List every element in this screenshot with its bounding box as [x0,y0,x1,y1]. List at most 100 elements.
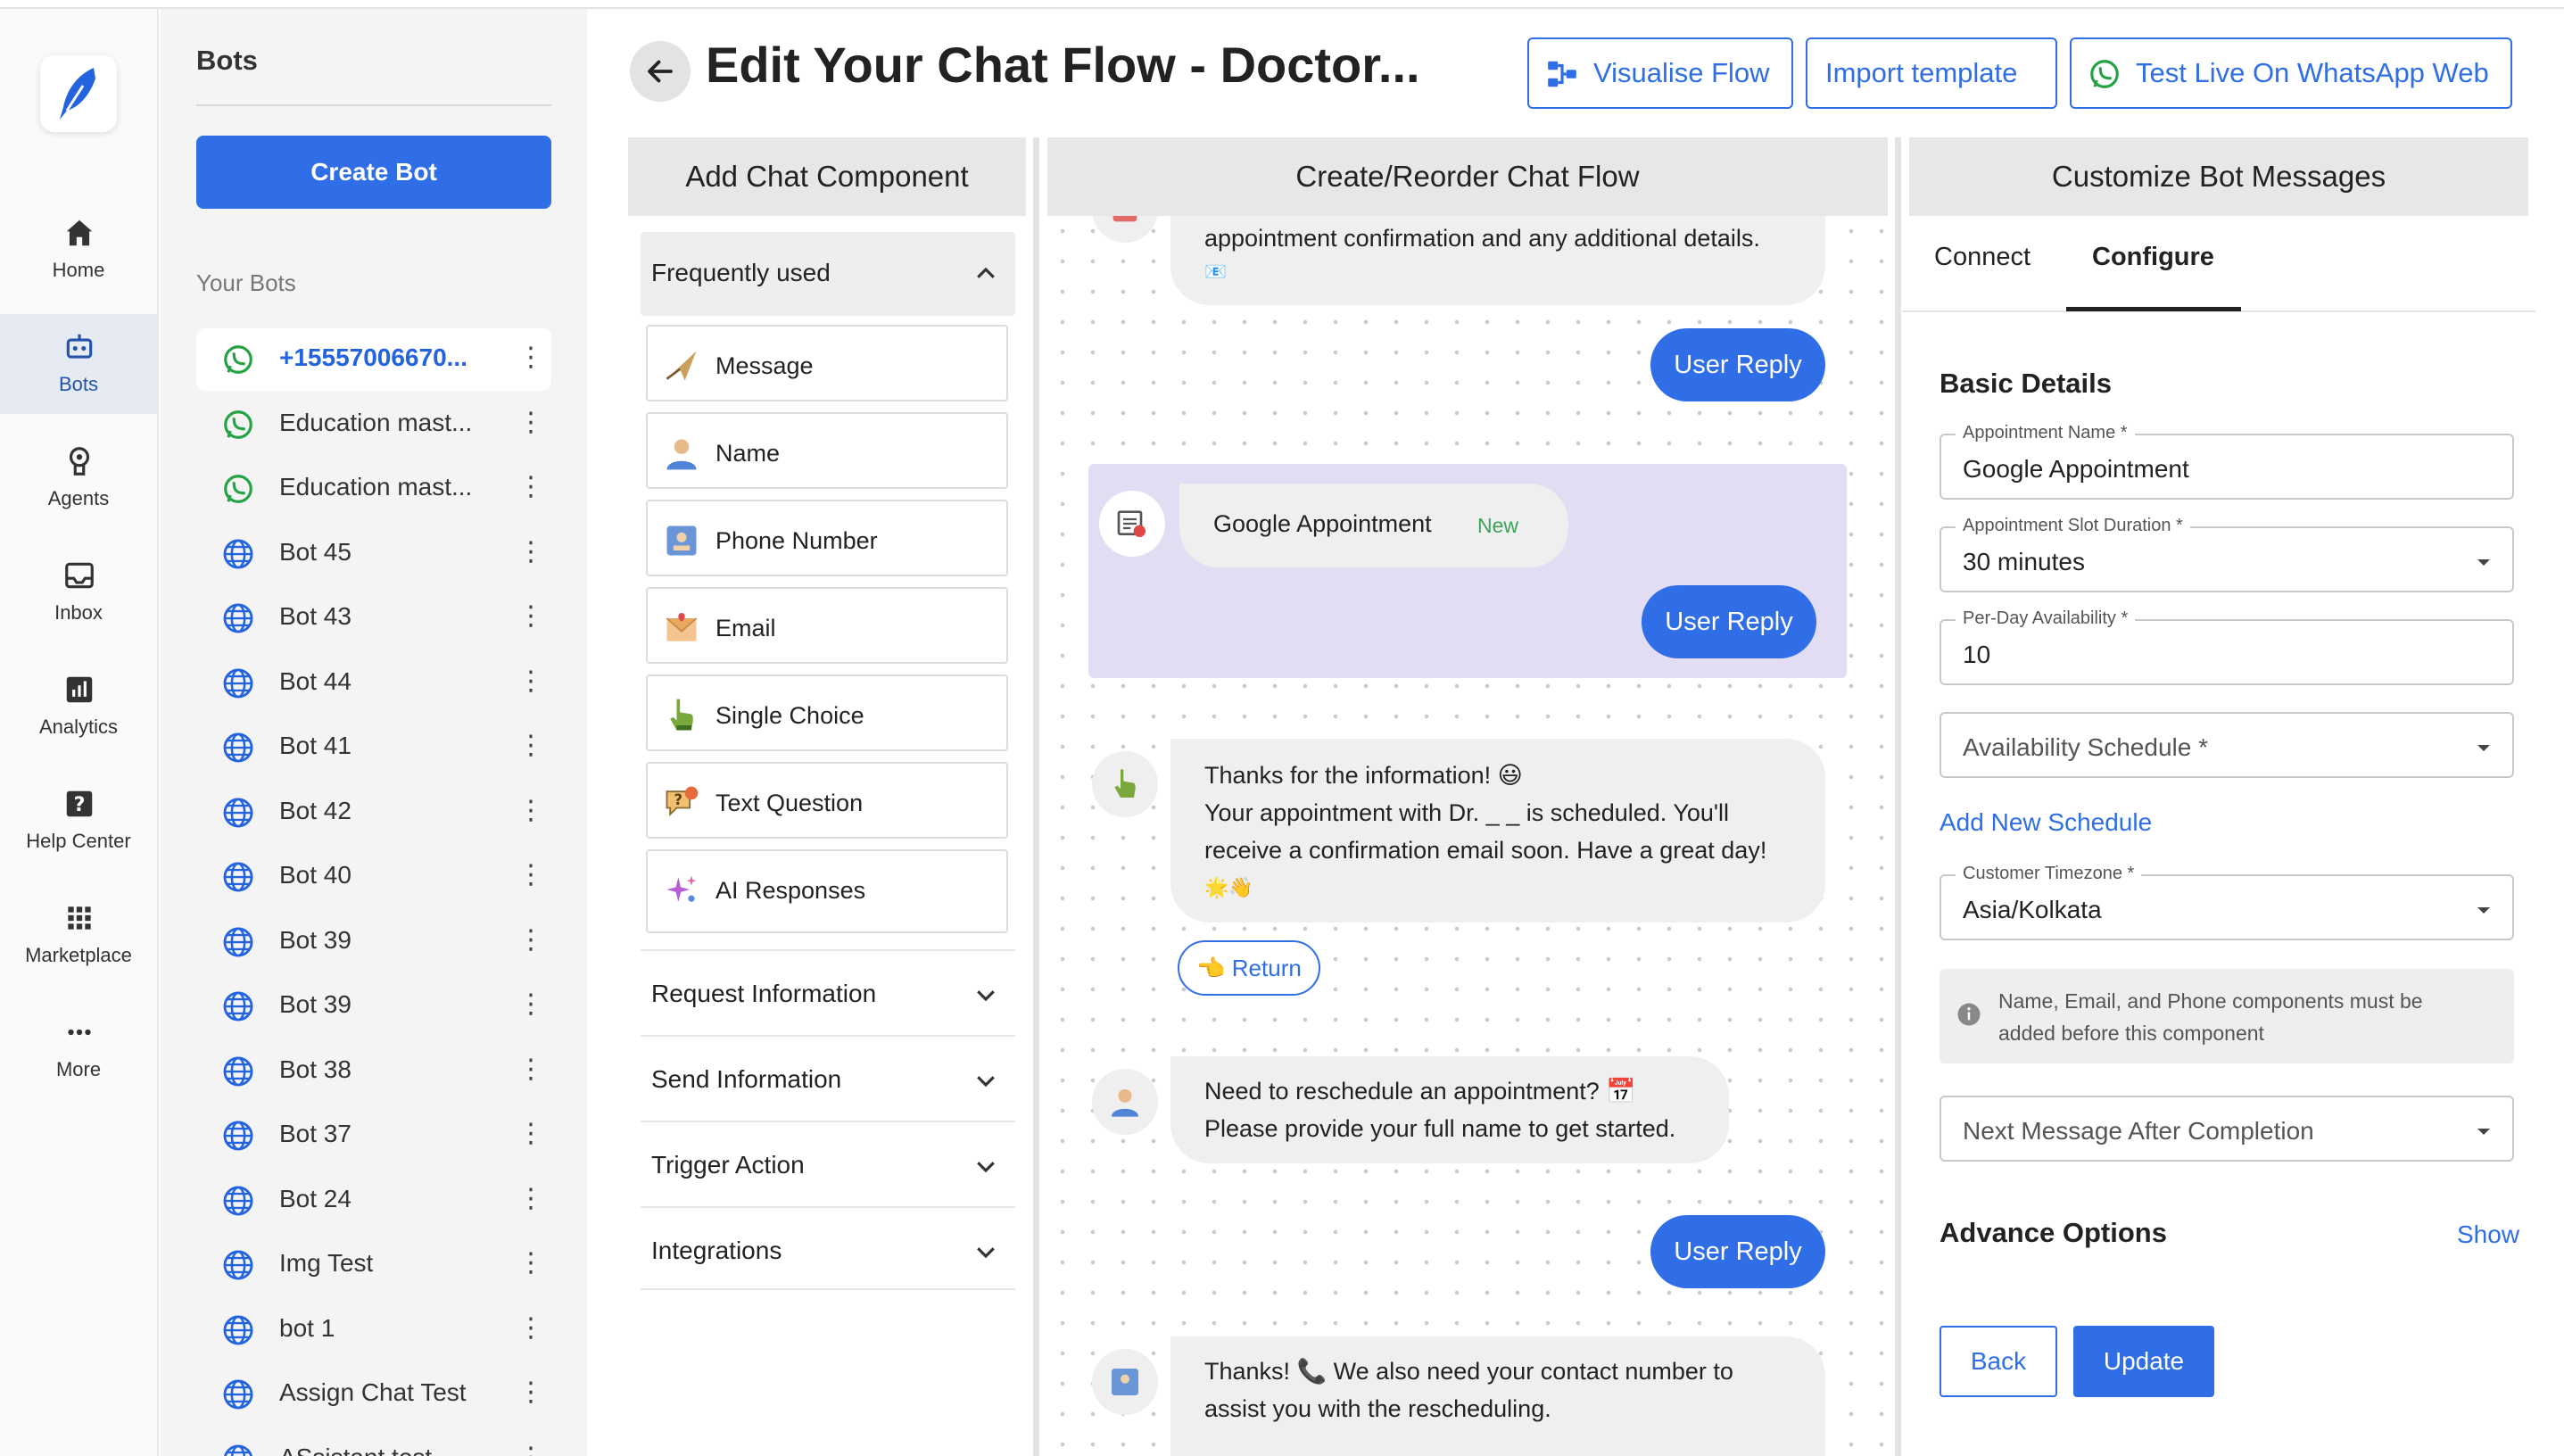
section-send-information[interactable]: Send Information [641,1035,1015,1119]
nav-help-label: Help Center [26,830,131,852]
bot-list-item[interactable]: Bot 24 ⋮ [196,1170,551,1232]
section-integrations[interactable]: Integrations [641,1206,1015,1290]
question-bubble-icon: ? [666,786,699,817]
nav-bots[interactable]: Bots [0,314,157,414]
message-bubble[interactable]: Thanks for the information! 😃 Your appoi… [1170,739,1825,922]
appointment-name-field[interactable]: Appointment Name * Google Appointment [1940,423,2514,500]
component-single-choice[interactable]: Single Choice [646,674,1008,751]
bot-list-item[interactable]: Education mast... ⋮ [196,458,551,520]
advance-options-heading: Advance Options [1940,1217,2167,1248]
bot-menu-button[interactable]: ⋮ [517,796,544,831]
bot-list-item[interactable]: Img Test ⋮ [196,1234,551,1296]
bot-menu-button[interactable]: ⋮ [517,1184,544,1220]
bot-name: Bot 44 [279,666,352,695]
component-ai-responses[interactable]: AI Responses [646,849,1008,933]
tab-connect[interactable]: Connect [1934,243,2031,272]
bot-menu-button[interactable]: ⋮ [517,1443,544,1456]
nav-help-center[interactable]: ? Help Center [0,771,157,871]
bot-list-item[interactable]: Bot 37 ⋮ [196,1104,551,1167]
nav-marketplace[interactable]: Marketplace [0,885,157,985]
bot-menu-button[interactable]: ⋮ [517,1248,544,1284]
bot-menu-button[interactable]: ⋮ [517,1119,544,1154]
component-text-question[interactable]: ? Text Question [646,762,1008,839]
show-advance-options-link[interactable]: Show [2457,1220,2519,1249]
availability-schedule-select[interactable]: Availability Schedule * [1940,712,2514,778]
bot-list-item[interactable]: Bot 41 ⋮ [196,716,551,779]
message-line: Thanks! 📞 We also need your contact numb… [1204,1358,1733,1385]
bot-list-item[interactable]: Bot 39 ⋮ [196,911,551,973]
nav-agents[interactable]: Agents [0,428,157,528]
nav-home[interactable]: Home [0,200,157,300]
test-whatsapp-button[interactable]: Test Live On WhatsApp Web [2070,37,2512,109]
import-template-button[interactable]: Import template [1806,37,2057,109]
app-logo[interactable] [40,55,117,132]
visualise-flow-button[interactable]: Visualise Flow [1527,37,1793,109]
feather-logo-icon [60,68,95,120]
nav-inbox[interactable]: Inbox [0,542,157,642]
create-bot-button[interactable]: Create Bot [196,136,551,209]
message-bubble[interactable]: Need to reschedule an appointment? 📅 Ple… [1170,1056,1729,1163]
frequently-used-toggle[interactable]: Frequently used [641,232,1015,316]
bot-menu-button[interactable]: ⋮ [517,601,544,637]
bot-list-item[interactable]: Education mast... ⋮ [196,393,551,456]
tab-configure[interactable]: Configure [2092,243,2214,272]
back-button[interactable] [630,41,691,102]
bot-list-item[interactable]: Assign Chat Test ⋮ [196,1363,551,1426]
bot-menu-button[interactable]: ⋮ [517,1055,544,1090]
section-request-information[interactable]: Request Information [641,949,1015,1033]
bot-menu-button[interactable]: ⋮ [517,860,544,896]
field-value: Asia/Kolkata [1963,896,2102,923]
bot-menu-button[interactable]: ⋮ [517,666,544,702]
component-name[interactable]: Name [646,412,1008,489]
info-note-text: Name, Email, and Phone components must b… [1998,989,2423,1045]
bot-menu-button[interactable]: ⋮ [517,731,544,766]
bot-list-item[interactable]: bot 1 ⋮ [196,1299,551,1361]
add-new-schedule-link[interactable]: Add New Schedule [1940,808,2152,837]
component-label: Text Question [715,790,864,816]
component-phone-number[interactable]: Phone Number [646,500,1008,576]
bot-list-item[interactable]: Bot 40 ⋮ [196,846,551,908]
bot-list-item[interactable]: ASsistant test ⋮ [196,1428,551,1456]
next-message-select[interactable]: Next Message After Completion [1940,1096,2514,1162]
update-button[interactable]: Update [2073,1326,2214,1397]
bot-name: ASsistant test [279,1444,432,1456]
user-reply-button[interactable]: User Reply [1650,328,1825,401]
whatsapp-icon [224,475,252,503]
bot-menu-button[interactable]: ⋮ [517,1313,544,1349]
user-reply-button[interactable]: User Reply [1650,1215,1825,1288]
bot-list-item[interactable]: Bot 39 ⋮ [196,975,551,1038]
bot-list-item[interactable]: Bot 43 ⋮ [196,587,551,649]
divider [196,104,551,106]
component-email[interactable]: Email [646,587,1008,664]
nav-analytics[interactable]: Analytics [0,657,157,757]
component-message[interactable]: Message [646,325,1008,401]
message-bubble[interactable]: Thanks! 📞 We also need your contact numb… [1170,1336,1825,1456]
nav-more[interactable]: More [0,999,157,1099]
bot-list-item[interactable]: Bot 38 ⋮ [196,1040,551,1103]
bot-menu-button[interactable]: ⋮ [517,925,544,961]
bot-menu-button[interactable]: ⋮ [517,472,544,508]
bot-list-item[interactable]: Bot 45 ⋮ [196,523,551,585]
slot-duration-select[interactable]: Appointment Slot Duration * 30 minutes [1940,516,2514,592]
nav-more-label: More [55,1058,102,1080]
bot-menu-button[interactable]: ⋮ [517,1377,544,1413]
message-bubble[interactable]: appointment confirmation and any additio… [1170,216,1825,305]
bot-list-item[interactable]: Bot 44 ⋮ [196,652,551,715]
bot-list-item[interactable]: Bot 42 ⋮ [196,782,551,844]
back-button[interactable]: Back [1940,1326,2057,1397]
section-trigger-action[interactable]: Trigger Action [641,1121,1015,1204]
bot-list-item[interactable]: +15557006670... ⋮ [196,328,551,391]
bot-menu-button[interactable]: ⋮ [517,408,544,443]
user-icon [666,439,697,470]
customer-timezone-select[interactable]: Customer Timezone * Asia/Kolkata [1940,864,2514,940]
bot-menu-button[interactable]: ⋮ [517,537,544,573]
per-day-availability-field[interactable]: Per-Day Availability * 10 [1940,608,2514,685]
google-appointment-card[interactable]: Google Appointment New User Reply [1088,464,1847,678]
chat-flow-canvas[interactable]: appointment confirmation and any additio… [1047,216,1888,1456]
user-reply-button[interactable]: User Reply [1642,585,1816,658]
bot-menu-button[interactable]: ⋮ [517,989,544,1025]
paper-plane-icon [666,351,697,381]
bot-menu-button[interactable]: ⋮ [517,343,544,378]
bot-name: Education mast... [279,408,473,436]
return-button[interactable]: 👈 Return [1178,940,1320,996]
